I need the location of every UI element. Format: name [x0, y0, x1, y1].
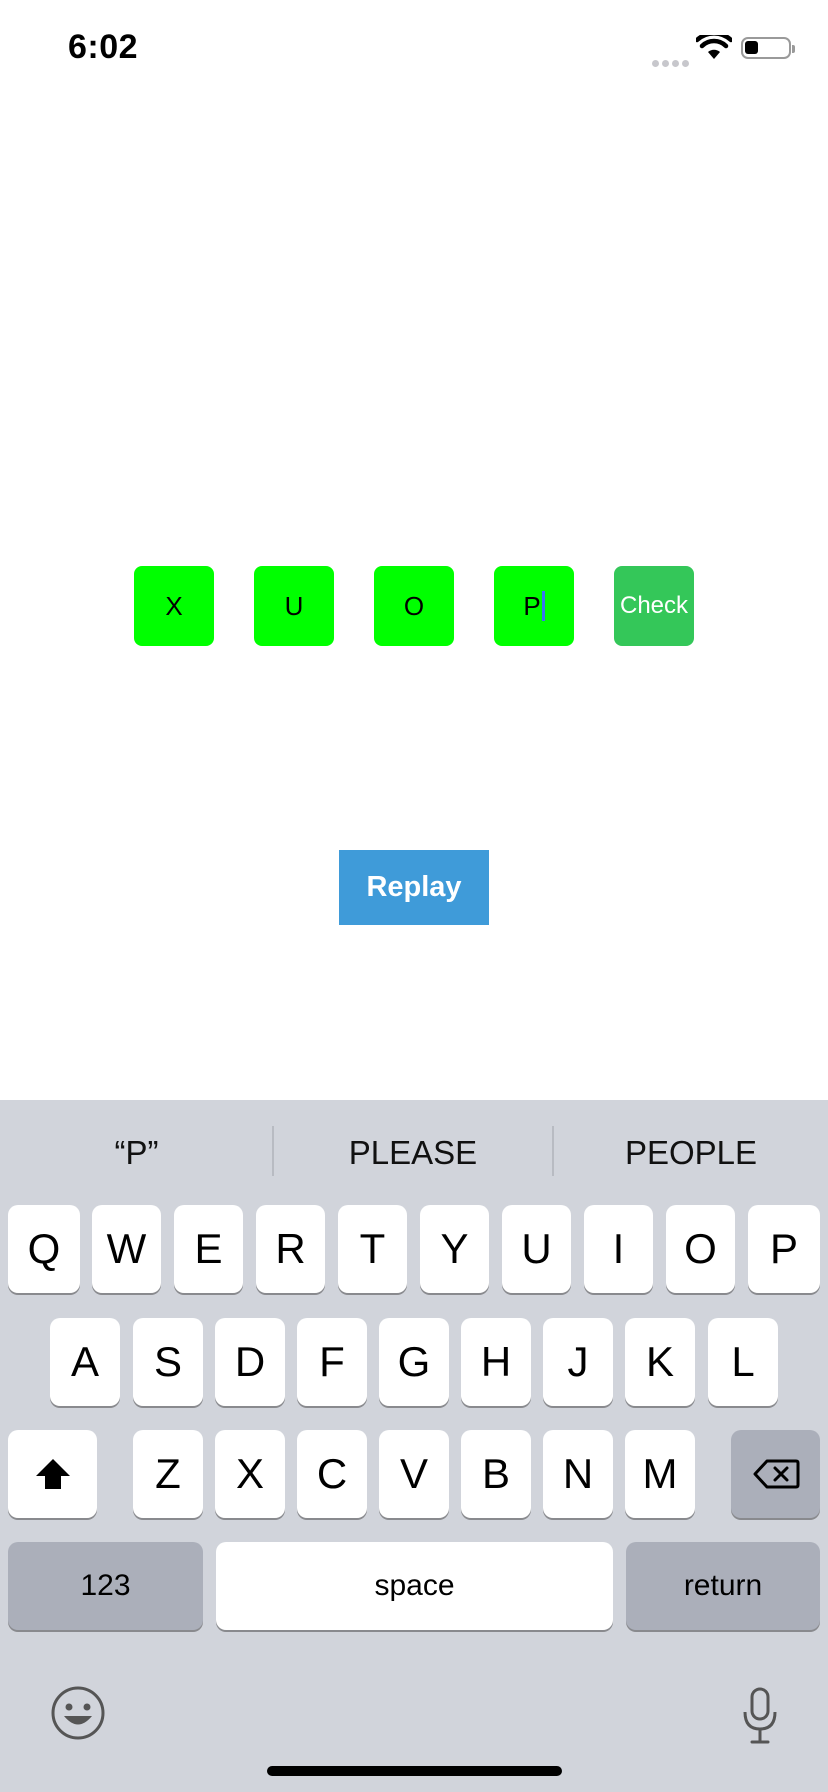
suggestion-3[interactable]: PEOPLE — [554, 1100, 828, 1205]
key-z[interactable]: Z — [133, 1430, 203, 1518]
key-n[interactable]: N — [543, 1430, 613, 1518]
key-t[interactable]: T — [338, 1205, 407, 1293]
emoji-icon[interactable] — [48, 1683, 108, 1743]
key-d[interactable]: D — [215, 1318, 285, 1406]
key-s[interactable]: S — [133, 1318, 203, 1406]
backspace-icon — [753, 1459, 799, 1489]
key-a[interactable]: A — [50, 1318, 120, 1406]
key-k[interactable]: K — [625, 1318, 695, 1406]
letter-tile-4[interactable]: P — [494, 566, 574, 646]
suggestion-2[interactable]: PLEASE — [274, 1100, 552, 1205]
numbers-key[interactable]: 123 — [8, 1542, 203, 1630]
space-key[interactable]: space — [216, 1542, 613, 1630]
home-indicator — [267, 1766, 562, 1776]
shift-key[interactable] — [8, 1430, 97, 1518]
key-h[interactable]: H — [461, 1318, 531, 1406]
suggestion-bar: “P” PLEASE PEOPLE — [0, 1100, 828, 1205]
letter-tile-3[interactable]: O — [374, 566, 454, 646]
battery-nub — [792, 45, 795, 53]
key-v[interactable]: V — [379, 1430, 449, 1518]
backspace-key[interactable] — [731, 1430, 820, 1518]
key-o[interactable]: O — [666, 1205, 735, 1293]
text-cursor — [541, 591, 545, 621]
key-r[interactable]: R — [256, 1205, 325, 1293]
key-l[interactable]: L — [708, 1318, 778, 1406]
check-button[interactable]: Check — [614, 566, 694, 646]
letter-tile-2[interactable]: U — [254, 566, 334, 646]
key-m[interactable]: M — [625, 1430, 695, 1518]
suggestion-1[interactable]: “P” — [0, 1100, 273, 1205]
signal-dots-icon — [652, 54, 692, 72]
key-j[interactable]: J — [543, 1318, 613, 1406]
key-c[interactable]: C — [297, 1430, 367, 1518]
key-e[interactable]: E — [174, 1205, 243, 1293]
key-u[interactable]: U — [502, 1205, 571, 1293]
status-time: 6:02 — [68, 28, 139, 66]
wifi-icon — [694, 31, 734, 66]
letter-tile-1[interactable]: X — [134, 566, 214, 646]
key-g[interactable]: G — [379, 1318, 449, 1406]
key-i[interactable]: I — [584, 1205, 653, 1293]
key-q[interactable]: Q — [8, 1205, 80, 1293]
replay-button[interactable]: Replay — [339, 850, 489, 925]
keyboard: “P” PLEASE PEOPLE Q W E R T Y U I O P A … — [0, 1100, 828, 1792]
return-key[interactable]: return — [626, 1542, 820, 1630]
microphone-icon[interactable] — [740, 1686, 780, 1746]
shift-icon — [35, 1459, 70, 1489]
battery-icon — [741, 37, 791, 59]
key-f[interactable]: F — [297, 1318, 367, 1406]
key-w[interactable]: W — [92, 1205, 161, 1293]
key-x[interactable]: X — [215, 1430, 285, 1518]
key-b[interactable]: B — [461, 1430, 531, 1518]
key-y[interactable]: Y — [420, 1205, 489, 1293]
key-p[interactable]: P — [748, 1205, 820, 1293]
